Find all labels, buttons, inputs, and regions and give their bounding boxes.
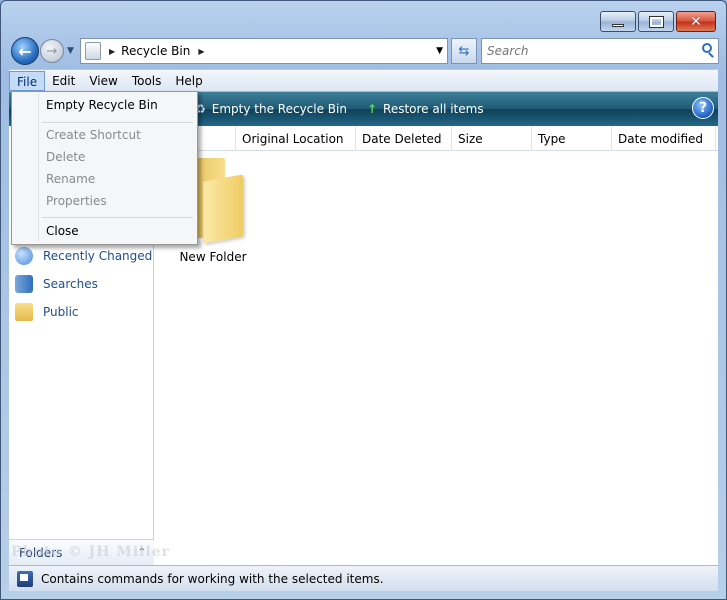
menu-help[interactable]: Help <box>168 71 209 91</box>
restore-all-items-label: Restore all items <box>383 102 484 116</box>
help-icon: ? <box>698 100 708 116</box>
column-headers: Original Location Date Deleted Size Type… <box>155 127 718 151</box>
search-input[interactable] <box>482 39 682 63</box>
favorite-searches[interactable]: Searches <box>15 275 98 293</box>
favorite-label: Searches <box>43 277 98 291</box>
favorite-label: Public <box>43 305 79 319</box>
favorite-label: Recently Changed <box>43 249 153 263</box>
minimize-icon <box>612 24 624 27</box>
breadcrumb-arrow-icon[interactable]: ▶ <box>198 47 204 56</box>
favorite-public[interactable]: Public <box>15 303 79 321</box>
forward-arrow-icon: → <box>46 43 58 59</box>
menu-edit[interactable]: Edit <box>45 71 82 91</box>
back-arrow-icon: ← <box>18 41 32 61</box>
refresh-icon: ⇆ <box>458 43 470 59</box>
status-text: Contains commands for working with the s… <box>41 571 384 586</box>
menu-file[interactable]: File <box>9 70 46 91</box>
menu-view[interactable]: View <box>82 71 124 91</box>
search-box <box>481 38 719 64</box>
menu-tools[interactable]: Tools <box>125 71 169 91</box>
menu-item-rename: Rename <box>46 172 96 186</box>
folder-icon <box>15 303 33 321</box>
maximize-button[interactable] <box>638 11 674 32</box>
empty-recycle-bin-button[interactable]: ♻ Empty the Recycle Bin <box>195 102 347 116</box>
breadcrumb-recycle-bin[interactable]: Recycle Bin <box>121 44 190 58</box>
close-button[interactable]: ✕ <box>676 11 716 32</box>
help-button[interactable]: ? <box>692 97 714 119</box>
minimize-button[interactable] <box>600 11 636 32</box>
recycle-bin-icon <box>85 42 101 60</box>
breadcrumb-arrow-icon[interactable]: ▶ <box>109 47 115 56</box>
close-icon: ✕ <box>690 13 702 30</box>
searches-icon <box>15 275 33 293</box>
maximize-icon <box>648 15 664 28</box>
menu-item-delete: Delete <box>46 150 86 164</box>
address-bar[interactable]: ▶ Recycle Bin ▶ ▼ <box>80 38 448 64</box>
address-dropdown-icon[interactable]: ▼ <box>436 46 443 56</box>
file-menu-dropdown: Empty Recycle Bin Create Shortcut Delete… <box>11 91 198 245</box>
column-header-date-deleted[interactable]: Date Deleted <box>356 127 452 151</box>
status-bar: Contains commands for working with the s… <box>9 565 718 591</box>
caption-buttons: ✕ <box>600 11 716 32</box>
favorite-recently-changed[interactable]: Recently Changed <box>15 247 152 265</box>
column-header-original-location[interactable]: Original Location <box>236 127 356 151</box>
empty-recycle-bin-label: Empty the Recycle Bin <box>211 102 347 116</box>
menu-item-close[interactable]: Close <box>46 224 79 238</box>
refresh-button[interactable]: ⇆ <box>451 38 477 64</box>
menu-bar: File Edit View Tools Help <box>9 69 718 91</box>
menu-separator <box>42 217 193 218</box>
menu-item-properties: Properties <box>46 194 107 208</box>
back-button[interactable]: ← <box>11 37 39 65</box>
watermark: Photo © JH Miller <box>11 544 171 560</box>
file-list-pane: Original Location Date Deleted Size Type… <box>155 126 718 565</box>
status-icon <box>17 570 33 587</box>
menu-item-empty-recycle-bin[interactable]: Empty Recycle Bin <box>46 98 158 112</box>
navigation-bar: ← → ▼ ▶ Recycle Bin ▶ ▼ ⇆ <box>9 37 719 65</box>
restore-all-items-button[interactable]: ↑ Restore all items <box>367 102 484 116</box>
menu-item-create-shortcut: Create Shortcut <box>46 128 141 142</box>
recently-changed-icon <box>15 247 33 265</box>
explorer-window: ✕ ← → ▼ ▶ Recycle Bin ▶ ▼ ⇆ File Edit Vi… <box>0 0 727 600</box>
column-header-date-modified[interactable]: Date modified <box>612 127 716 151</box>
menu-separator <box>42 122 193 123</box>
restore-arrow-icon: ↑ <box>366 102 378 116</box>
search-icon[interactable] <box>702 43 712 53</box>
file-name: New Folder <box>179 250 247 264</box>
forward-button[interactable]: → <box>40 39 64 63</box>
recent-pages-dropdown-icon[interactable]: ▼ <box>67 46 74 56</box>
column-header-size[interactable]: Size <box>452 127 532 151</box>
column-header-type[interactable]: Type <box>532 127 612 151</box>
